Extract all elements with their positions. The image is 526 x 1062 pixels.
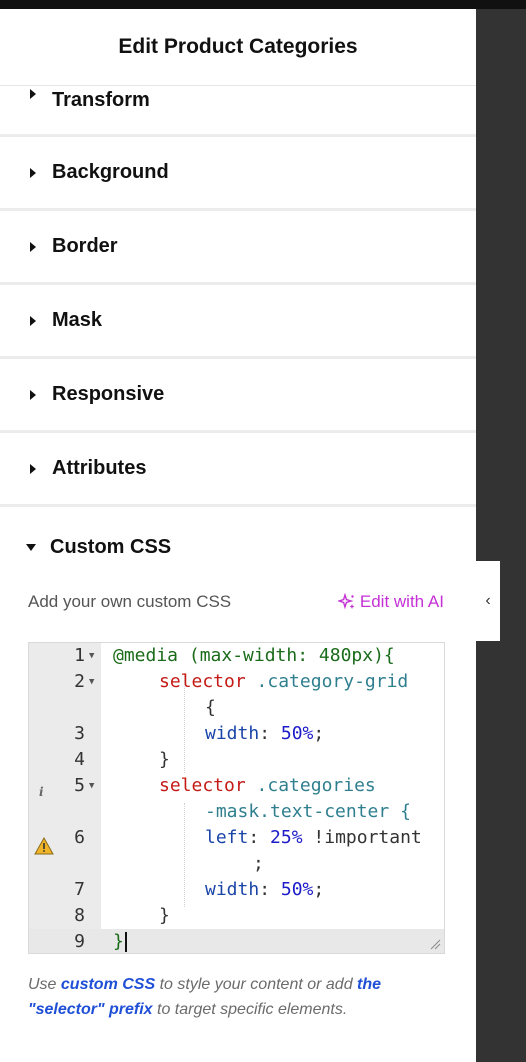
code-text: } bbox=[159, 905, 170, 926]
window-top-bar bbox=[0, 0, 526, 9]
code-text: } bbox=[113, 931, 124, 952]
code-value: 50% bbox=[280, 879, 314, 900]
page-title: Edit Product Categories bbox=[118, 35, 358, 58]
css-code-editor[interactable]: i 1 ▼ @media (max-width: 480px){ 2 ▼ sel… bbox=[28, 642, 445, 954]
code-class: .categories bbox=[256, 775, 376, 796]
line-number: 7 bbox=[74, 879, 85, 900]
code-selector: selector bbox=[159, 671, 246, 692]
line-number: 5 bbox=[74, 775, 85, 796]
fold-arrow-icon[interactable]: ▼ bbox=[89, 643, 94, 669]
section-label: Background bbox=[52, 161, 169, 183]
collapse-panel-button[interactable]: ‹ bbox=[476, 561, 500, 641]
caret-right-icon bbox=[30, 167, 36, 178]
line-number: 9 bbox=[74, 931, 85, 952]
code-property: width bbox=[205, 879, 260, 900]
edit-with-ai-button[interactable]: Edit with AI bbox=[337, 592, 444, 612]
caret-right-icon bbox=[30, 389, 36, 400]
code-punct: : bbox=[259, 879, 281, 900]
note-text: to style your content or add bbox=[155, 976, 358, 993]
caret-right-icon bbox=[30, 463, 36, 474]
custom-css-link[interactable]: custom CSS bbox=[61, 976, 155, 993]
edit-with-ai-label: Edit with AI bbox=[359, 592, 444, 611]
line-number: 4 bbox=[74, 749, 85, 770]
code-value: 25% bbox=[270, 827, 303, 848]
line-number: 8 bbox=[74, 905, 85, 926]
resize-handle-icon[interactable] bbox=[429, 938, 441, 950]
section-label: Custom CSS bbox=[50, 535, 172, 558]
code-text: @media (max-width: 480px){ bbox=[113, 645, 395, 666]
code-punct: ; bbox=[313, 723, 325, 744]
note-text: Use bbox=[28, 976, 61, 993]
chevron-left-icon: ‹ bbox=[485, 592, 491, 609]
code-line: 6 left: 25% !important bbox=[29, 825, 444, 851]
code-line-wrap: ; bbox=[29, 851, 444, 877]
section-background[interactable]: Background bbox=[0, 137, 476, 211]
code-punct: ; bbox=[253, 853, 264, 874]
section-transform[interactable]: Transform bbox=[0, 86, 476, 137]
code-line: 7 width: 50%; bbox=[29, 877, 444, 903]
code-important: !important bbox=[302, 827, 422, 848]
section-label: Attributes bbox=[52, 457, 147, 479]
custom-css-description: Add your own custom CSS bbox=[28, 592, 232, 611]
custom-css-toggle[interactable]: Custom CSS bbox=[0, 507, 476, 587]
section-mask[interactable]: Mask bbox=[0, 285, 476, 359]
line-number: 2 bbox=[74, 671, 85, 692]
code-text: } bbox=[159, 749, 170, 770]
text-cursor bbox=[125, 932, 127, 952]
code-property: width bbox=[205, 723, 260, 744]
code-line-wrap: { bbox=[29, 695, 444, 721]
custom-css-help-note: Use custom CSS to style your content or … bbox=[28, 972, 448, 1022]
section-label: Responsive bbox=[52, 383, 165, 405]
fold-arrow-icon[interactable]: ▼ bbox=[89, 669, 94, 695]
caret-right-icon bbox=[30, 315, 36, 326]
caret-down-icon bbox=[26, 543, 36, 551]
code-selector: selector bbox=[159, 775, 246, 796]
code-text: { bbox=[205, 697, 216, 718]
section-border[interactable]: Border bbox=[0, 211, 476, 285]
caret-right-icon bbox=[30, 241, 36, 252]
code-line: 3 width: 50%; bbox=[29, 721, 444, 747]
section-responsive[interactable]: Responsive bbox=[0, 359, 476, 433]
code-value: 50% bbox=[280, 723, 314, 744]
note-text: to target specific elements. bbox=[152, 1001, 348, 1018]
line-number: 3 bbox=[74, 723, 85, 744]
code-line: 2 ▼ selector .category-grid bbox=[29, 669, 444, 695]
code-line: 4 } bbox=[29, 747, 444, 773]
code-property: left bbox=[205, 827, 249, 848]
code-class: .category-grid bbox=[256, 671, 409, 692]
panel-header: Edit Product Categories bbox=[0, 9, 476, 86]
code-line-wrap: -mask.text-center { bbox=[29, 799, 444, 825]
code-line: 5 ▼ selector .categories bbox=[29, 773, 444, 799]
caret-right-icon bbox=[30, 89, 36, 99]
sparkle-icon bbox=[337, 593, 355, 610]
custom-css-toolbar: Add your own custom CSS Edit with AI bbox=[0, 591, 476, 613]
line-number: 1 bbox=[74, 645, 85, 666]
section-label: Transform bbox=[52, 89, 150, 111]
code-punct: ; bbox=[313, 879, 325, 900]
section-label: Border bbox=[52, 235, 118, 257]
code-line-active: 9 } bbox=[29, 929, 444, 953]
code-line: 1 ▼ @media (max-width: 480px){ bbox=[29, 643, 444, 669]
section-attributes[interactable]: Attributes bbox=[0, 433, 476, 507]
section-label: Mask bbox=[52, 309, 103, 331]
fold-arrow-icon[interactable]: ▼ bbox=[89, 773, 94, 799]
code-line: 8 } bbox=[29, 903, 444, 929]
section-custom-css: Custom CSS Add your own custom CSS Edit … bbox=[0, 507, 476, 613]
code-punct: : bbox=[259, 723, 281, 744]
code-class: -mask.text-center { bbox=[205, 801, 411, 822]
code-punct: : bbox=[248, 827, 271, 848]
line-number: 6 bbox=[74, 827, 85, 848]
